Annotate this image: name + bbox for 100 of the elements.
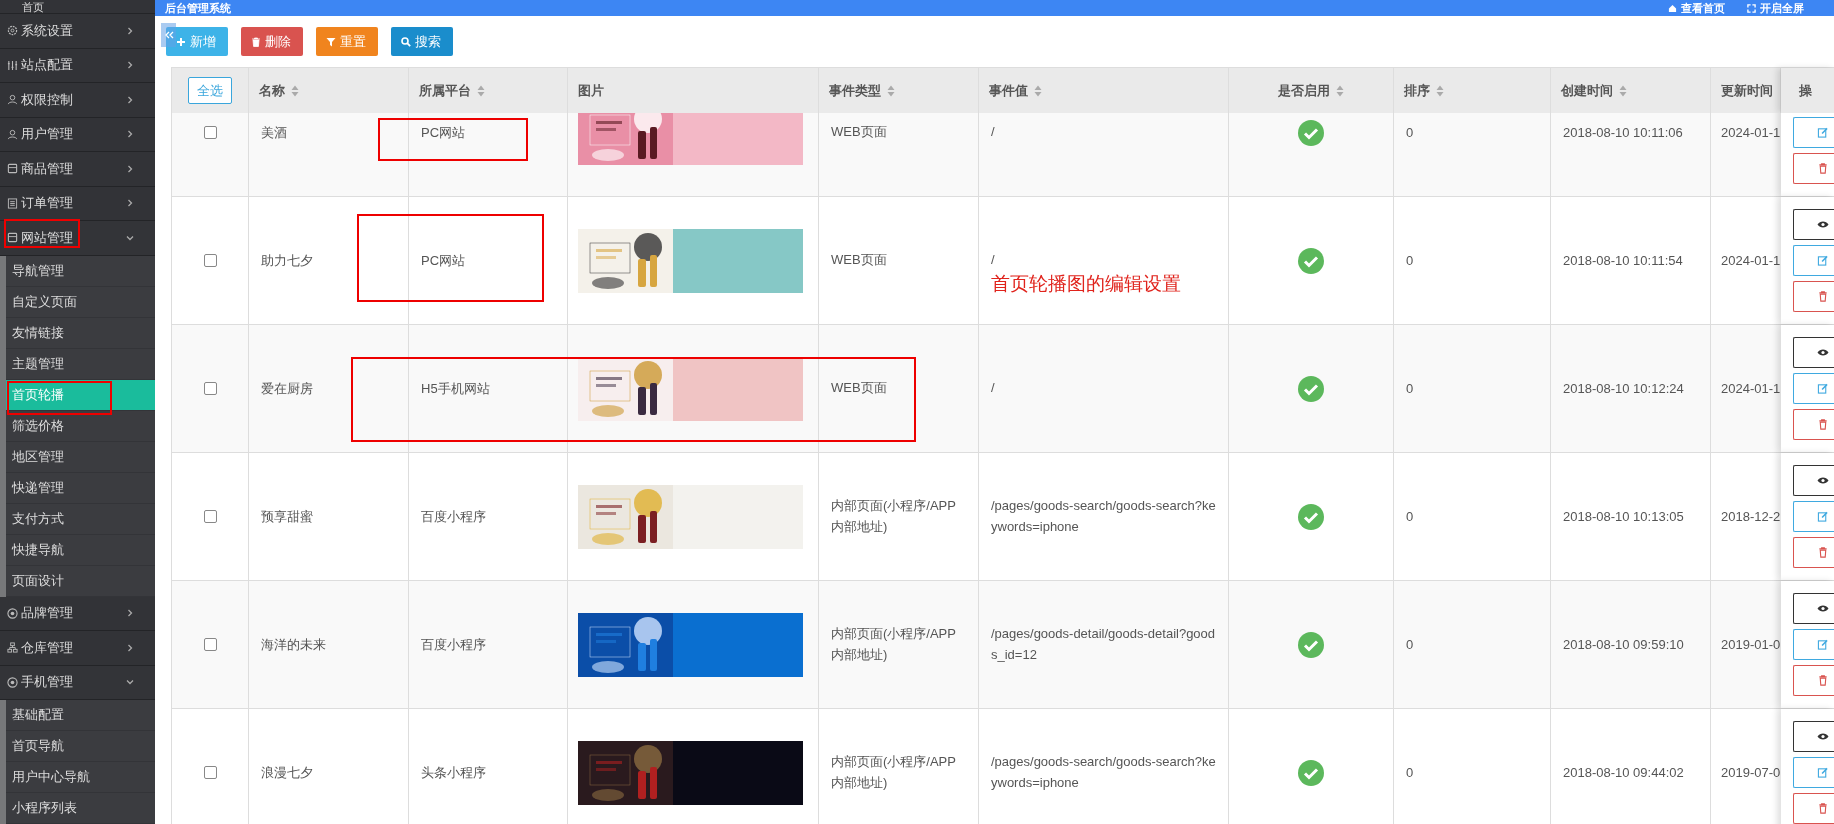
delete-button[interactable]	[1793, 281, 1834, 312]
app-title: 后台管理系统	[165, 0, 231, 16]
home-icon	[1668, 3, 1677, 13]
double-chevron-left-icon	[163, 30, 174, 40]
user-icon	[7, 128, 18, 140]
edit-button[interactable]	[1793, 117, 1834, 148]
delete-button[interactable]	[1793, 665, 1834, 696]
column-header[interactable]: 排序	[1404, 81, 1444, 100]
circle-icon	[7, 676, 18, 688]
table-cell: 浪漫七夕	[261, 763, 313, 782]
table-cell-text: /pages/goods-search/goods-search?keywords=iphone	[991, 496, 1216, 536]
table-cell: 百度小程序	[421, 507, 486, 526]
table-cell: 2024-01-1	[1721, 253, 1781, 268]
row-checkbox[interactable]	[203, 254, 217, 267]
column-header: 更新时间	[1721, 81, 1773, 100]
table-cell: 2018-12-2	[1721, 509, 1781, 524]
edit-button[interactable]	[1793, 757, 1834, 788]
edit-button[interactable]	[1793, 629, 1834, 660]
table-cell: 0	[1406, 253, 1414, 268]
trash-icon	[1817, 419, 1829, 430]
eye-icon	[1817, 347, 1829, 358]
sidebar-item[interactable]: 首页	[0, 0, 155, 14]
chevron-right-icon	[125, 642, 135, 653]
table-cell: 2018-08-10 10:12:24	[1563, 381, 1684, 396]
sort-icon	[1436, 84, 1444, 97]
view-button[interactable]	[1793, 721, 1834, 752]
table-cell: 2024-01-1	[1721, 381, 1781, 396]
collapse-button[interactable]	[161, 23, 176, 47]
expand-icon	[1747, 3, 1756, 13]
table-cell: 2019-01-0	[1721, 637, 1781, 652]
column-header[interactable]: 创建时间	[1561, 81, 1627, 100]
chevron-right-icon	[125, 608, 135, 619]
chevron-right-icon	[125, 94, 135, 105]
table-cell: 百度小程序	[421, 635, 486, 654]
row-checkbox[interactable]	[203, 638, 217, 651]
table-cell-text: WEB页面	[831, 379, 887, 398]
sort-icon	[887, 84, 895, 97]
annotation-text: 首页轮播图的编辑设置	[991, 271, 1181, 296]
sort-icon	[477, 84, 485, 97]
view-button[interactable]	[1793, 209, 1834, 240]
table-cell: 2018-08-10 10:11:54	[1563, 253, 1683, 268]
view-button[interactable]	[1793, 593, 1834, 624]
sliders-icon	[7, 59, 18, 71]
chevron-right-icon	[125, 60, 135, 71]
table-cell-text: /	[991, 123, 995, 142]
delete-button[interactable]	[1793, 153, 1834, 184]
column-header[interactable]: 所属平台	[419, 81, 485, 100]
chevron-right-icon	[125, 25, 135, 36]
table-cell-text: /pages/goods-detail/goods-detail?goods_id=12	[991, 624, 1216, 664]
edit-button[interactable]	[1793, 245, 1834, 276]
gear-icon	[7, 25, 18, 37]
edit-button[interactable]	[1793, 501, 1834, 532]
row-checkbox[interactable]	[203, 766, 217, 779]
table-cell: 2018-08-10 09:59:10	[1563, 637, 1684, 652]
chevron-right-icon	[125, 163, 135, 174]
view-button[interactable]	[1793, 337, 1834, 368]
sort-icon	[291, 84, 299, 97]
table-cell: 2018-08-10 10:13:05	[1563, 509, 1684, 524]
trash-icon	[251, 36, 261, 47]
table-cell: 助力七夕	[261, 251, 313, 270]
sort-icon	[1034, 84, 1042, 97]
delete-button[interactable]	[1793, 793, 1834, 824]
table-cell-text: 内部页面(小程序/APP内部地址)	[831, 624, 957, 664]
table-cell-text: WEB页面	[831, 251, 887, 270]
table-cell: 2018-08-10 10:11:06	[1563, 125, 1683, 140]
square-icon	[7, 232, 18, 244]
view-button[interactable]	[1793, 465, 1834, 496]
edit-icon	[1817, 255, 1829, 266]
chevron-right-icon	[125, 198, 135, 209]
trash-icon	[1817, 675, 1829, 686]
table-cell: 预享甜蜜	[261, 507, 313, 526]
edit-button[interactable]	[1793, 373, 1834, 404]
row-checkbox[interactable]	[203, 510, 217, 523]
delete-button[interactable]	[1793, 537, 1834, 568]
row-checkbox[interactable]	[203, 382, 217, 395]
table-cell: 海洋的未来	[261, 635, 326, 654]
table-cell-text: /	[991, 379, 995, 398]
column-header[interactable]: 是否启用	[1278, 81, 1344, 100]
delete-button[interactable]	[1793, 409, 1834, 440]
edit-icon	[1817, 383, 1829, 394]
table-cell: PC网站	[421, 123, 466, 142]
column-header[interactable]: 事件值	[989, 81, 1042, 100]
trash-icon	[1817, 163, 1829, 174]
table-cell: 爱在厨房	[261, 379, 313, 398]
edit-icon	[1817, 639, 1829, 650]
filter-icon	[326, 36, 336, 47]
column-header[interactable]: 名称	[259, 81, 299, 100]
trash-icon	[1817, 547, 1829, 558]
table-cell: 0	[1406, 381, 1414, 396]
row-checkbox[interactable]	[203, 126, 217, 139]
trash-icon	[1817, 291, 1829, 302]
eye-icon	[1817, 475, 1829, 486]
search-button[interactable]: 搜索	[391, 27, 453, 56]
table-cell: 0	[1406, 125, 1414, 140]
header-link[interactable]: 查看首页	[1668, 0, 1725, 16]
chevron-right-icon	[125, 129, 135, 140]
header-link[interactable]: 开启全屏	[1747, 0, 1804, 16]
delete-button[interactable]: 删除	[241, 27, 303, 56]
table-cell: PC网站	[421, 251, 466, 270]
column-header[interactable]: 事件类型	[829, 81, 895, 100]
